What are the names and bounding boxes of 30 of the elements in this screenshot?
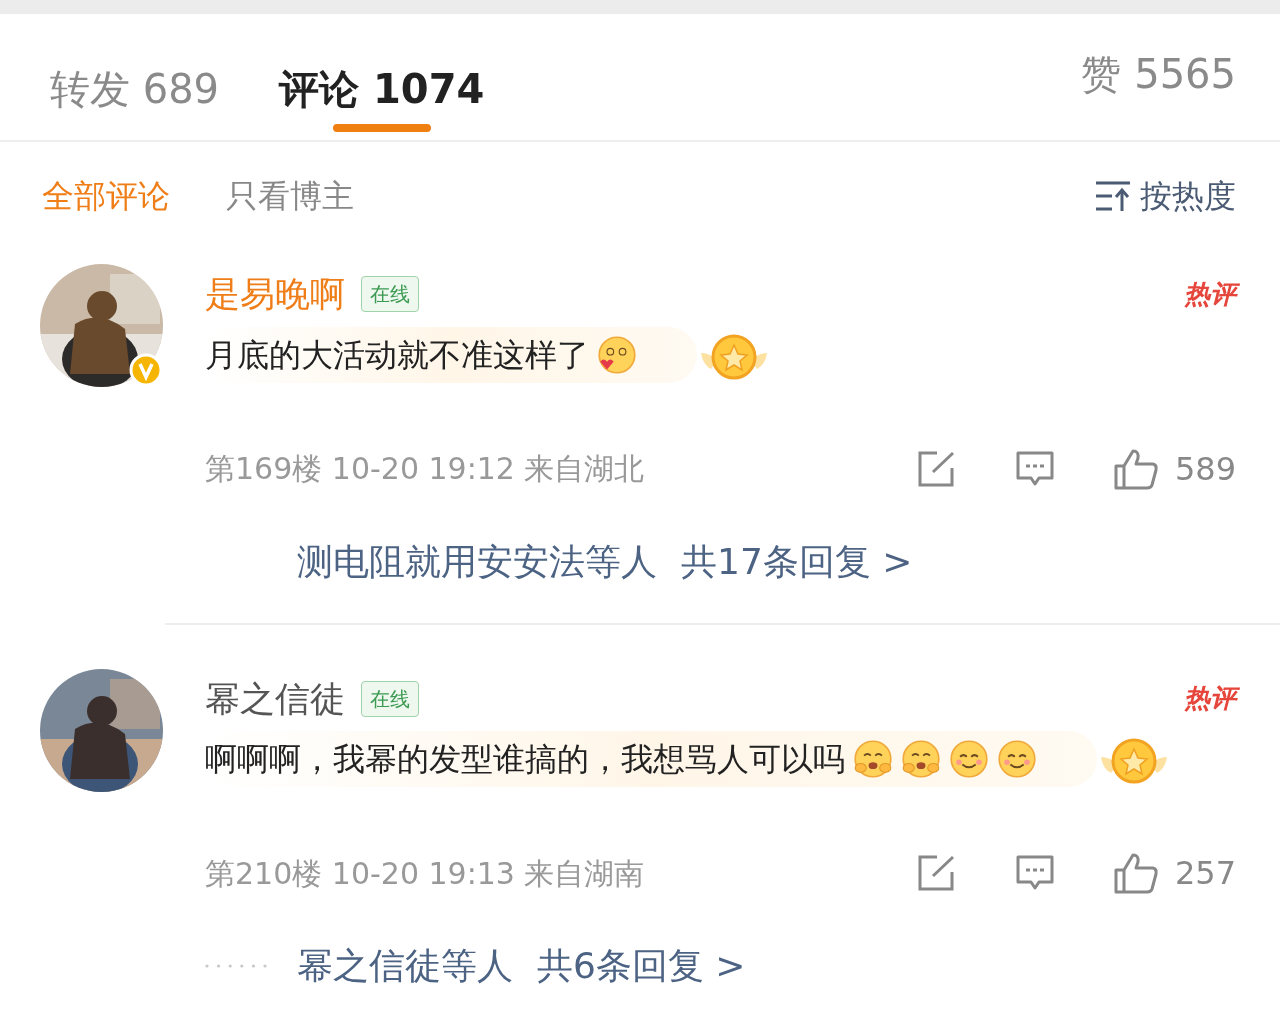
comment-meta: 第169楼 10-20 19:12 来自湖北 xyxy=(205,450,645,488)
online-badge: 在线 xyxy=(361,276,419,313)
like-button[interactable]: 589 xyxy=(1112,444,1236,493)
comment-text: 啊啊啊，我幂的发型谁搞的，我想骂人可以吗 xyxy=(205,739,845,780)
emoji-icon xyxy=(997,739,1037,779)
emoji-icon xyxy=(901,739,941,779)
tab[interactable]: 评论 1074 xyxy=(273,14,491,140)
emoji-icon xyxy=(597,334,637,375)
thumbs-up-icon xyxy=(1112,852,1159,894)
like-count[interactable]: 赞 5565 xyxy=(1081,14,1236,104)
comment-icon[interactable] xyxy=(1014,854,1055,892)
share-icon[interactable] xyxy=(916,449,957,488)
sort-icon xyxy=(1094,179,1132,213)
replies-link[interactable]: 幂之信徒等人 共6条回复 > xyxy=(297,939,746,993)
comment-icon[interactable] xyxy=(1014,449,1055,488)
username[interactable]: 是易晚啊 xyxy=(205,268,345,321)
thumbs-up-icon xyxy=(1112,447,1159,490)
emoji-icon xyxy=(853,739,893,779)
online-badge: 在线 xyxy=(361,680,419,717)
filter-tab[interactable]: 全部评论 xyxy=(42,172,170,220)
replies-link[interactable]: 测电阻就用安安法等人 共17条回复 > xyxy=(297,534,913,589)
tab[interactable]: 转发 689 xyxy=(44,14,226,140)
comment-meta: 第210楼 10-20 19:13 来自湖南 xyxy=(205,854,645,893)
sort-button[interactable]: 按热度 xyxy=(1094,172,1236,220)
comment-text: 月底的大活动就不准这样了 xyxy=(205,334,589,376)
like-button[interactable]: 257 xyxy=(1112,849,1236,897)
emoji-icon xyxy=(949,739,989,779)
username[interactable]: 幂之信徒 xyxy=(205,672,345,725)
share-icon[interactable] xyxy=(916,854,957,892)
filter-tab[interactable]: 只看博主 xyxy=(226,172,354,220)
